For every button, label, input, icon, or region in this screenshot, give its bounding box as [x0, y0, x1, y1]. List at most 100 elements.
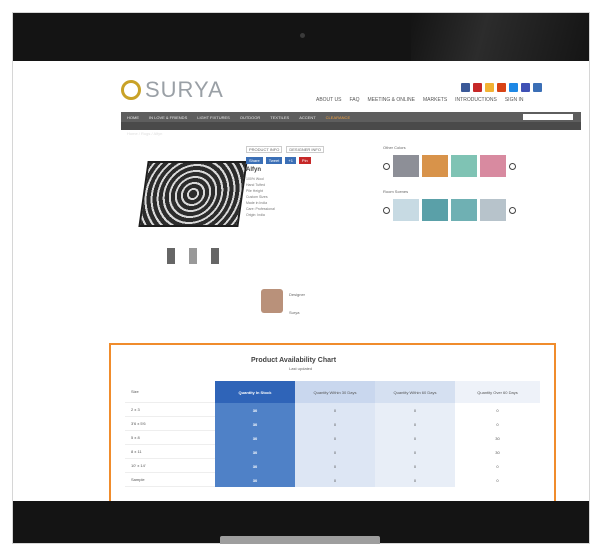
breadcrumb-text[interactable]: Home / Rugs / Alfyn — [127, 131, 162, 136]
other-colors-label: Other Colors — [383, 145, 406, 150]
color-swatch[interactable] — [393, 155, 419, 177]
twitter-icon[interactable] — [509, 83, 518, 92]
google-plus-icon[interactable] — [497, 83, 506, 92]
linkedin-icon[interactable] — [521, 83, 530, 92]
over-60-cell: 30 — [455, 445, 540, 459]
within-60-cell: 0 — [375, 445, 455, 459]
logo-text: SURYA — [145, 77, 224, 102]
chart-title: Product Availability Chart — [251, 357, 337, 364]
product-main-image[interactable] — [138, 161, 248, 227]
search-input[interactable] — [523, 114, 573, 120]
top-nav-item[interactable]: ABOUT US — [316, 97, 341, 103]
main-nav-item[interactable]: IN LOVE & FRIENDS — [149, 115, 187, 120]
top-nav: ABOUT US FAQ MEETING & ONLINE MARKETS IN… — [316, 97, 523, 103]
over-60-cell: 0 — [455, 459, 540, 473]
table-row: 8 x 11 30 0 0 30 — [125, 445, 540, 459]
camera-icon — [300, 33, 305, 38]
tab-product-info[interactable]: PRODUCT INFO — [246, 146, 283, 153]
chevron-left-icon[interactable] — [383, 162, 390, 170]
main-nav-item[interactable]: CLEARANCE — [326, 115, 350, 120]
room-scene-thumb[interactable] — [451, 199, 477, 221]
social-icons — [461, 83, 542, 92]
room-scene-thumb[interactable] — [480, 199, 506, 221]
table-row: 5 x 8 30 0 0 30 — [125, 431, 540, 445]
share-button[interactable]: Share — [246, 157, 263, 164]
room-scene-label: Room Scenes — [383, 189, 409, 194]
product-info: PRODUCT INFO DESIGNER INFO Share Tweet +… — [246, 146, 386, 218]
designer-card: Designer Surya — [261, 283, 305, 319]
over-60-cell: 0 — [455, 473, 540, 487]
in-stock-cell: 30 — [215, 417, 295, 431]
room-scene-thumb[interactable] — [422, 199, 448, 221]
top-nav-item[interactable]: MARKETS — [423, 97, 447, 103]
size-cell: 8 x 11 — [125, 445, 215, 459]
plus-one-button[interactable]: +1 — [285, 157, 296, 164]
table-row: 3'6 x 5'6 30 0 0 0 — [125, 417, 540, 431]
table-row: 2 x 3 30 0 0 0 — [125, 403, 540, 417]
within-60-cell: 0 — [375, 473, 455, 487]
table-header-cell: Quantity Over 60 Days — [455, 381, 540, 403]
top-nav-item[interactable]: FAQ — [349, 97, 359, 103]
rss-icon[interactable] — [485, 83, 494, 92]
main-nav-item[interactable]: ACCENT — [299, 115, 315, 120]
pin-button[interactable]: Pin — [298, 157, 311, 164]
color-swatch[interactable] — [480, 155, 506, 177]
designer-label: Designer — [289, 292, 306, 297]
size-cell: 3'6 x 5'6 — [125, 417, 215, 431]
thumbnail-image[interactable] — [167, 248, 175, 264]
thumbnail-image[interactable] — [211, 248, 219, 264]
share-buttons: Share Tweet +1 Pin — [246, 157, 386, 164]
tweet-button[interactable]: Tweet — [265, 157, 283, 164]
table-header-cell: Quantity In Stock — [215, 381, 295, 403]
main-nav-item[interactable]: OUTDOOR — [240, 115, 260, 120]
over-60-cell: 0 — [455, 417, 540, 431]
table-header-cell: Quantity Within 30 Days — [295, 381, 375, 403]
over-60-cell: 0 — [455, 403, 540, 417]
table-row: 10' x 14' 30 0 0 0 — [125, 459, 540, 473]
availability-chart-highlight: Product Availability Chart Last updated … — [109, 343, 556, 511]
color-swatch[interactable] — [451, 155, 477, 177]
chevron-left-icon[interactable] — [383, 206, 390, 214]
main-nav-item[interactable]: LIGHT FIXTURES — [197, 115, 230, 120]
table-row: Sample 30 0 0 0 — [125, 473, 540, 487]
within-60-cell: 0 — [375, 459, 455, 473]
over-60-cell: 30 — [455, 431, 540, 445]
within-30-cell: 0 — [295, 473, 375, 487]
within-30-cell: 0 — [295, 445, 375, 459]
within-60-cell: 0 — [375, 431, 455, 445]
top-nav-item[interactable]: MEETING & ONLINE — [367, 97, 415, 103]
main-nav-item[interactable]: TEXTILES — [270, 115, 289, 120]
feature-list: 100% Wool Hand Tufted Pile Height Custom… — [246, 176, 386, 218]
in-stock-cell: 30 — [215, 431, 295, 445]
surya-logo[interactable]: SURYA — [121, 77, 224, 103]
room-scene-carousel — [383, 199, 516, 221]
list-item: Origin: India — [246, 213, 265, 217]
chevron-right-icon[interactable] — [509, 206, 516, 214]
product-name: Alfyn — [246, 167, 261, 173]
size-cell: 10' x 14' — [125, 459, 215, 473]
monitor-frame: SURYA ABOUT US FAQ MEETING & ONLINE MARK… — [12, 12, 590, 544]
pinterest-icon[interactable] — [473, 83, 482, 92]
within-60-cell: 0 — [375, 403, 455, 417]
chart-subtitle: Last updated — [289, 366, 313, 371]
tab-designer-info[interactable]: DESIGNER INFO — [286, 146, 324, 153]
thumbnail-image[interactable] — [189, 248, 197, 264]
in-stock-cell: 30 — [215, 445, 295, 459]
color-swatch[interactable] — [422, 155, 448, 177]
top-nav-item[interactable]: SIGN IN — [505, 97, 524, 103]
logo-ring-icon — [121, 80, 141, 100]
table-header-row: Size Quantity In Stock Quantity Within 3… — [125, 381, 540, 403]
product-tabs: PRODUCT INFO DESIGNER INFO — [246, 146, 386, 153]
size-cell: 2 x 3 — [125, 403, 215, 417]
in-stock-cell: 30 — [215, 473, 295, 487]
chevron-right-icon[interactable] — [509, 162, 516, 170]
table-header-cell: Size — [125, 381, 215, 403]
room-scene-thumb[interactable] — [393, 199, 419, 221]
main-nav-item[interactable]: HOME — [127, 115, 139, 120]
within-30-cell: 0 — [295, 417, 375, 431]
top-nav-item[interactable]: INTRODUCTIONS — [455, 97, 497, 103]
facebook-icon[interactable] — [461, 83, 470, 92]
designer-name[interactable]: Surya — [289, 310, 299, 315]
youtube-icon[interactable] — [533, 83, 542, 92]
table-header-cell: Quantity Within 60 Days — [375, 381, 455, 403]
